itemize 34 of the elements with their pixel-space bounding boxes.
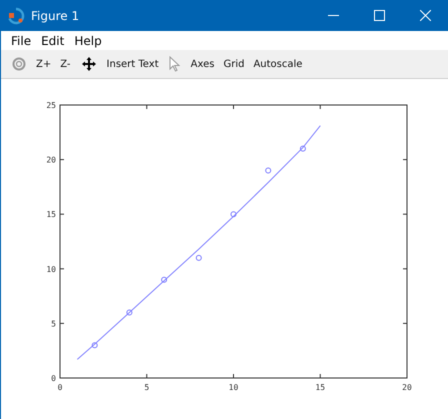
- x-tick-label: 10: [228, 383, 238, 392]
- maximize-icon: [374, 10, 384, 21]
- window-title: Figure 1: [31, 8, 80, 22]
- y-tick-label: 5: [51, 319, 56, 328]
- data-point: [300, 146, 306, 152]
- menu-item[interactable]: File: [7, 34, 36, 48]
- y-tick-label: 0: [51, 374, 56, 383]
- data-point: [126, 309, 132, 316]
- y-tick-label: 15: [46, 210, 56, 220]
- toolbar-button[interactable]: Insert Text: [102, 56, 163, 73]
- x-tick-label: 20: [402, 383, 412, 392]
- toolbar-button[interactable]: Grid: [219, 56, 248, 73]
- toolbar-button[interactable]: Z+: [32, 56, 56, 73]
- app-icon: [7, 6, 25, 24]
- data-point: [92, 342, 98, 348]
- rotate-icon: [12, 57, 26, 72]
- toolbar-button[interactable]: Autoscale: [249, 56, 306, 73]
- move-arrows-icon: [80, 56, 97, 72]
- menu-item[interactable]: Edit: [37, 34, 68, 48]
- toolbar-button[interactable]: Axes: [186, 56, 218, 73]
- x-tick-label: 15: [315, 383, 326, 392]
- data-point: [265, 168, 272, 174]
- data-point: [230, 211, 236, 218]
- y-tick-label: 25: [46, 101, 56, 110]
- y-tick-label: 20: [46, 156, 56, 165]
- menu-item[interactable]: Help: [70, 34, 106, 48]
- cursor-icon: [168, 56, 181, 72]
- x-tick-label: 5: [144, 383, 150, 392]
- close-icon: [420, 10, 430, 21]
- data-point: [161, 276, 168, 283]
- data-point: [196, 254, 202, 261]
- toolbar-button[interactable]: Z-: [56, 56, 75, 73]
- x-tick-label: 0: [58, 383, 62, 392]
- y-tick-label: 10: [46, 264, 56, 274]
